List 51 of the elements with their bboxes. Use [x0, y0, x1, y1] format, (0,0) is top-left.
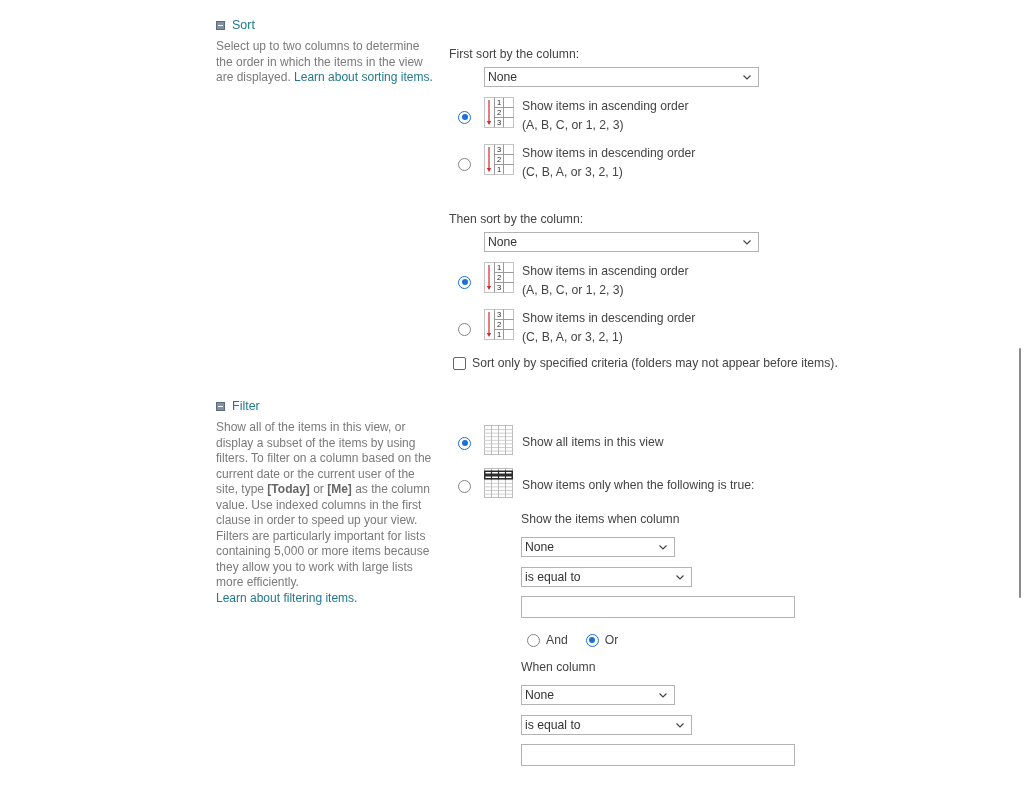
radio-button[interactable] — [585, 633, 599, 647]
option-hint: (A, B, C, or 1, 2, 3) — [522, 282, 624, 299]
chevron-down-icon — [743, 74, 751, 80]
field-label: Then sort by the column: — [449, 211, 584, 227]
chevron-down-icon — [676, 722, 684, 728]
learn-more-link[interactable]: Learn about filtering items. — [216, 590, 358, 605]
radio-label: Or — [604, 633, 619, 647]
option-label: Show items in ascending order — [522, 263, 689, 280]
chevron-down-icon — [659, 544, 667, 550]
option-label: Show items in descending order — [522, 145, 696, 162]
collapse-icon[interactable] — [216, 401, 225, 411]
option-hint: (C, B, A, or 3, 2, 1) — [522, 164, 623, 181]
filtered-table-icon — [484, 468, 513, 498]
section-title: Filter — [232, 398, 260, 415]
radio-button[interactable] — [458, 110, 471, 124]
field-label: When column — [521, 659, 596, 675]
value-input-field[interactable] — [521, 744, 795, 766]
radio-button[interactable] — [458, 322, 471, 336]
chevron-down-icon — [743, 239, 751, 245]
radio-button[interactable] — [458, 436, 471, 450]
option-label: Show items in ascending order — [522, 98, 689, 115]
chevron-down-icon — [659, 692, 667, 698]
section-description: Select up to two columns to determine the order in which the items in the view are displayed. Learn about sorting items. — [216, 39, 434, 86]
option-hint: (A, B, C, or 1, 2, 3) — [522, 117, 624, 134]
field-label: First sort by the column: — [449, 46, 580, 62]
column-dropdown[interactable]: None — [521, 685, 675, 705]
table-icon — [484, 425, 513, 455]
checkbox[interactable] — [453, 356, 466, 370]
column-dropdown[interactable]: None — [484, 232, 759, 252]
radio-label: And — [546, 633, 568, 647]
scrollbar-thumb[interactable] — [1019, 348, 1021, 598]
option-hint: (C, B, A, or 3, 2, 1) — [522, 329, 623, 346]
operator-dropdown[interactable]: is equal to — [521, 715, 692, 735]
section-title: Sort — [232, 17, 255, 34]
column-dropdown[interactable]: None — [484, 67, 759, 87]
radio-button[interactable] — [458, 275, 471, 289]
column-dropdown[interactable]: None — [521, 537, 675, 557]
chevron-down-icon — [676, 574, 684, 580]
section-description: Show all of the items in this view, or display a subset of the items by using filters. To filter on a column based on the current date or the current user of the site, type [Today] or [Me] as the column value. Use indexed columns in the first clause in order to speed up your view. Filters are particularly important for lists containing 5,000 or more items because they allow you to work with large lists more efficiently. Learn about filtering items. — [216, 420, 433, 606]
radio-button[interactable] — [527, 633, 540, 647]
option-label: Show all items in this view — [522, 434, 664, 450]
radio-button[interactable] — [458, 479, 471, 493]
checkbox-label: Sort only by specified criteria (folders may not appear before items). — [472, 355, 838, 371]
learn-more-link[interactable]: Learn about sorting items. — [294, 70, 433, 84]
operator-dropdown[interactable]: is equal to — [521, 567, 692, 587]
option-label: Show items in descending order — [522, 310, 696, 327]
field-label: Show the items when column — [521, 511, 680, 527]
value-input-field[interactable] — [521, 596, 795, 618]
option-label: Show items only when the following is true: — [522, 477, 755, 493]
radio-button[interactable] — [458, 157, 471, 171]
collapse-icon[interactable] — [216, 20, 225, 30]
